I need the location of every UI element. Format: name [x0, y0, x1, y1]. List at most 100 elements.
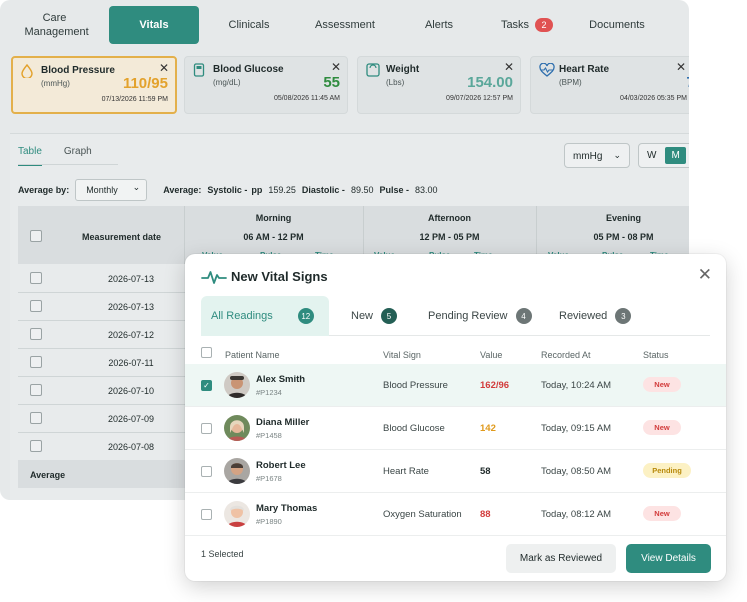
row-checkbox[interactable]	[30, 412, 42, 424]
column-header-vital-sign: Vital Sign	[383, 350, 421, 360]
card-value: 110/95	[122, 75, 168, 92]
recorded-at: Today, 08:12 AM	[541, 509, 612, 520]
average-by-value: Monthly	[86, 185, 118, 195]
table-row[interactable]: Mary Thomas #P1890 Oxygen Saturation 88 …	[185, 493, 726, 536]
close-icon[interactable]: ✕	[504, 60, 514, 74]
heart-pulse-icon	[539, 62, 555, 80]
column-header-patient: Patient Name	[225, 350, 280, 360]
tab-clinicals[interactable]: Clinicals	[199, 6, 299, 44]
unit-select[interactable]: mmHg ⌄	[564, 143, 630, 168]
avatar	[224, 415, 250, 441]
tab-documents[interactable]: Documents	[567, 6, 667, 44]
vital-card-weight[interactable]: Weight (Lbs) ✕ 154.00 09/07/2026 12:57 P…	[357, 56, 521, 114]
close-icon[interactable]: ✕	[159, 61, 169, 75]
date-column-header: Measurement date	[82, 232, 162, 242]
tab-alerts[interactable]: Alerts	[391, 6, 487, 44]
count-badge: 5	[381, 308, 398, 324]
vital-value: 142	[480, 423, 496, 434]
column-header-value: Value	[480, 350, 503, 360]
divider	[18, 164, 118, 165]
vital-card-blood-glucose[interactable]: Blood Glucose (mg/dL) ✕ 55 05/08/2026 11…	[184, 56, 348, 114]
group-evening-range: 05 PM - 08 PM	[593, 232, 654, 242]
tab-label: Pending Review	[428, 310, 508, 322]
scale-icon	[366, 63, 380, 80]
table-row[interactable]: Robert Lee #P1678 Heart Rate 58 Today, 0…	[185, 450, 726, 493]
close-icon[interactable]: ✕	[331, 60, 341, 74]
period-week[interactable]: W	[647, 150, 656, 161]
patient-name: Diana Miller	[256, 417, 310, 428]
tab-all-readings[interactable]: All Readings 12	[201, 296, 329, 336]
average-by-select[interactable]: Monthly ⌄	[75, 179, 148, 201]
measurement-date: 2026-07-11	[108, 358, 154, 368]
card-date: 07/13/2026 11:59 PM	[101, 96, 168, 103]
tab-table[interactable]: Table	[18, 146, 42, 166]
group-afternoon-range: 12 PM - 05 PM	[419, 232, 480, 242]
card-date: 04/03/2026 05:35 PM	[620, 95, 687, 102]
vital-sign: Blood Pressure	[383, 380, 448, 391]
row-checkbox[interactable]	[201, 466, 212, 477]
unit-select-value: mmHg	[573, 151, 603, 162]
card-title: Blood Pressure	[41, 65, 115, 76]
tab-reviewed[interactable]: Reviewed 3	[559, 296, 632, 336]
average-label: Average:	[163, 185, 202, 195]
patient-name: Mary Thomas	[256, 503, 318, 514]
avatar	[224, 458, 250, 484]
measurement-date: 2026-07-10	[107, 386, 155, 396]
tab-label: Reviewed	[559, 310, 608, 322]
select-all-checkbox[interactable]	[30, 230, 42, 242]
view-tabs: Table Graph	[18, 146, 92, 166]
select-all-checkbox[interactable]	[201, 347, 212, 358]
vital-card-heart-rate[interactable]: Heart Rate (BPM) ✕ 70 04/03/2026 05:35 P…	[530, 56, 689, 114]
vital-value: 162/96	[480, 380, 510, 391]
avatar	[224, 372, 250, 398]
period-month[interactable]: M	[665, 147, 686, 164]
row-checkbox[interactable]	[30, 300, 42, 312]
row-checkbox[interactable]	[30, 328, 42, 340]
row-checkbox[interactable]	[201, 423, 212, 434]
vital-value: 88	[480, 509, 491, 520]
tab-graph[interactable]: Graph	[64, 146, 92, 166]
tab-tasks[interactable]: Tasks 2	[487, 6, 567, 44]
tab-new[interactable]: New 5	[351, 296, 398, 336]
measurement-date: 2026-07-13	[107, 302, 155, 312]
average-by-label: Average by:	[18, 185, 70, 195]
status-badge: New	[643, 377, 681, 392]
row-checkbox[interactable]	[30, 384, 42, 396]
table-row[interactable]: Diana Miller #P1458 Blood Glucose 142 To…	[185, 407, 726, 450]
recorded-at: Today, 08:50 AM	[541, 466, 612, 477]
vital-card-blood-pressure[interactable]: Blood Pressure (mmHg) ✕ 110/95 07/13/202…	[11, 56, 177, 114]
view-details-button[interactable]: View Details	[626, 544, 711, 573]
mark-as-reviewed-button[interactable]: Mark as Reviewed	[506, 544, 616, 573]
status-badge: New	[643, 420, 681, 435]
glucose-meter-icon	[193, 63, 205, 80]
tab-label: Assessment	[315, 19, 375, 31]
app-screen: Care Management Vitals Clinicals Assessm…	[0, 0, 747, 602]
pulse-value: 83.00	[414, 185, 438, 195]
close-icon[interactable]: ✕	[698, 265, 712, 285]
row-checkbox[interactable]	[30, 272, 42, 284]
tab-pending-review[interactable]: Pending Review 4	[428, 296, 532, 336]
table-row[interactable]: ✓ Alex Smith #P1234 Blood Pressure 162/9…	[185, 364, 726, 407]
tab-assessment[interactable]: Assessment	[299, 6, 391, 44]
group-morning: Morning	[255, 213, 292, 223]
average-row-label: Average	[30, 470, 66, 480]
row-checkbox[interactable]	[201, 509, 212, 520]
card-unit: (BPM)	[559, 78, 582, 87]
tab-label: Care Management	[24, 12, 89, 38]
row-checkbox-checked[interactable]: ✓	[201, 380, 212, 391]
tab-care-management[interactable]: Care Management	[0, 6, 109, 44]
tab-label: All Readings	[211, 310, 273, 322]
row-checkbox[interactable]	[30, 356, 42, 368]
diastolic-value: 89.50	[350, 185, 374, 195]
close-icon[interactable]: ✕	[676, 60, 686, 74]
systolic-value: 159.25	[268, 185, 296, 195]
chevron-down-icon: ⌄	[613, 150, 621, 160]
dialog-title: New Vital Signs	[231, 269, 328, 284]
tab-label: Tasks	[500, 19, 530, 31]
group-afternoon: Afternoon	[428, 213, 471, 223]
patient-name: Robert Lee	[256, 460, 306, 471]
count-badge: 4	[515, 308, 532, 324]
row-checkbox[interactable]	[30, 440, 42, 452]
vital-sign: Oxygen Saturation	[383, 509, 462, 520]
tab-vitals[interactable]: Vitals	[109, 6, 199, 44]
